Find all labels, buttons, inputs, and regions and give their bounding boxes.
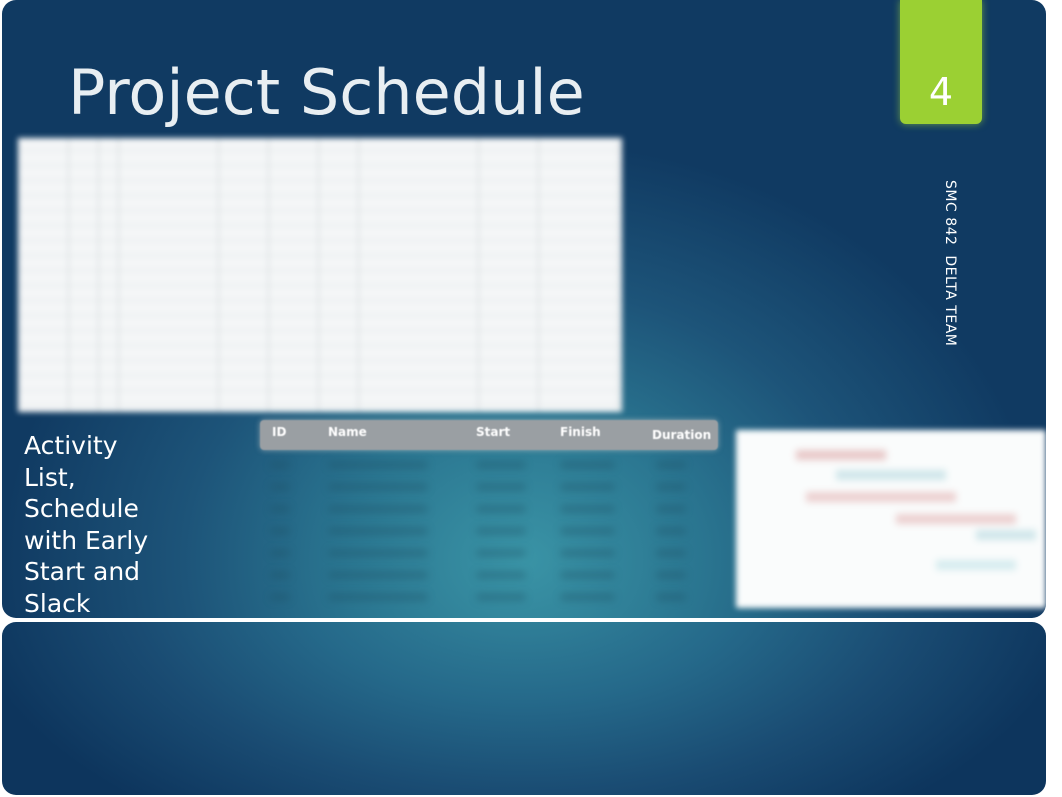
- blurred-cell: [270, 527, 290, 535]
- blurred-cell: [476, 593, 526, 601]
- schedule-table-header: ID Name Start Finish Duration: [260, 420, 718, 450]
- header-duration: Duration: [652, 428, 712, 442]
- blurred-cell: [328, 527, 428, 535]
- blurred-cell: [270, 549, 290, 557]
- blurred-cell: [476, 505, 526, 513]
- grid-line: [18, 330, 622, 331]
- header-start: Start: [476, 425, 511, 439]
- blurred-cell: [656, 593, 686, 601]
- grid-line: [18, 180, 622, 181]
- grid-line: [18, 210, 622, 211]
- blurred-cell: [270, 505, 290, 513]
- blurred-cell: [656, 461, 686, 469]
- grid-line: [18, 300, 622, 301]
- blurred-cell: [560, 505, 615, 513]
- blurred-cell: [476, 527, 526, 535]
- blurred-cell: [560, 593, 615, 601]
- slide-number: 4: [928, 70, 954, 114]
- activity-list-image: [18, 138, 622, 412]
- blurred-cell: [476, 549, 526, 557]
- slide-next: [2, 622, 1046, 795]
- grid-line: [18, 360, 622, 361]
- slide-number-badge: 4: [900, 0, 982, 124]
- schedule-table-body: [260, 455, 718, 615]
- grid-line: [18, 195, 622, 196]
- blurred-cell: [328, 571, 428, 579]
- blurred-cell: [328, 593, 428, 601]
- blurred-cell: [328, 505, 428, 513]
- blurred-cell: [656, 549, 686, 557]
- blurred-cell: [270, 483, 290, 491]
- blurred-cell: [270, 571, 290, 579]
- grid-line: [18, 345, 622, 346]
- grid-line: [18, 150, 622, 151]
- blurred-cell: [560, 549, 615, 557]
- grid-line: [18, 375, 622, 376]
- blurred-cell: [560, 483, 615, 491]
- slide-main: Project Schedule 4 SMC 842 DELTA TEAM Ac…: [2, 0, 1046, 618]
- header-id: ID: [272, 425, 287, 439]
- blurred-cell: [656, 571, 686, 579]
- grid-line: [18, 165, 622, 166]
- header-name: Name: [328, 425, 367, 439]
- blurred-cell: [328, 461, 428, 469]
- blurred-cell: [270, 593, 290, 601]
- blurred-cell: [656, 483, 686, 491]
- blurred-cell: [476, 483, 526, 491]
- grid-line: [18, 270, 622, 271]
- slide-title: Project Schedule: [68, 56, 585, 129]
- blurred-cell: [476, 571, 526, 579]
- blurred-cell: [328, 483, 428, 491]
- grid-line: [18, 240, 622, 241]
- grid-line: [18, 390, 622, 391]
- blurred-cell: [560, 461, 615, 469]
- blurred-cell: [270, 461, 290, 469]
- slide-caption: Activity List, Schedule with Early Start…: [24, 431, 149, 618]
- grid-line: [18, 405, 622, 406]
- blurred-cell: [328, 549, 428, 557]
- grid-line: [18, 315, 622, 316]
- blurred-cell: [560, 571, 615, 579]
- header-finish: Finish: [560, 425, 601, 439]
- grid-line: [18, 255, 622, 256]
- grid-line: [18, 285, 622, 286]
- blurred-cell: [476, 461, 526, 469]
- grid-line: [18, 225, 622, 226]
- network-diagram-image: [736, 430, 1046, 608]
- blurred-cell: [560, 527, 615, 535]
- blurred-cell: [656, 527, 686, 535]
- side-caption: SMC 842 DELTA TEAM: [942, 180, 958, 347]
- blurred-cell: [656, 505, 686, 513]
